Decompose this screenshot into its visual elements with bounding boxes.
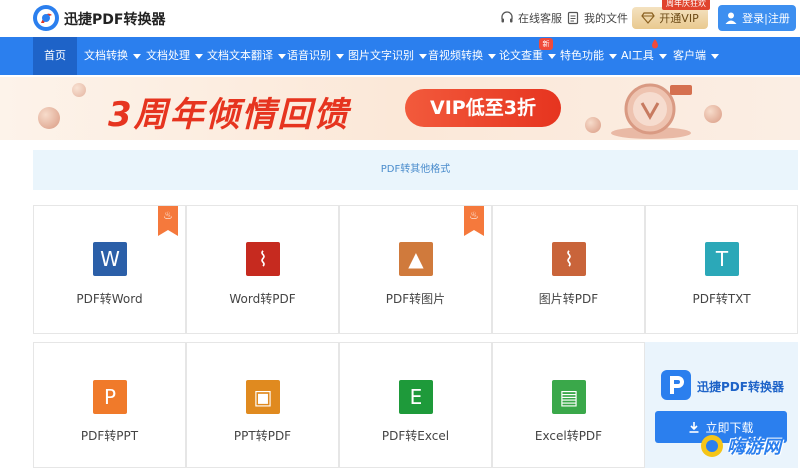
login-register-label: 登录|注册 xyxy=(742,12,790,25)
nav-item-av-convert[interactable]: 音视频转换 xyxy=(428,37,496,75)
tool-card-ppt-to-pdf[interactable]: ▣ PPT转PDF xyxy=(186,342,339,468)
watermark-logo-icon xyxy=(701,435,723,457)
promo-app-name: 迅捷PDF转换器 xyxy=(697,380,784,394)
chevron-down-icon xyxy=(488,53,496,59)
hot-flame-icon xyxy=(652,39,658,49)
banner-title: 3周年倾情回馈 xyxy=(108,95,350,135)
tool-card-pdf-to-word[interactable]: W PDF转Word ♨ xyxy=(33,205,186,334)
nav-item-speech-recognition[interactable]: 语音识别 xyxy=(287,37,344,75)
coin-decoration xyxy=(704,105,722,123)
new-badge: 新 xyxy=(539,38,553,50)
image-icon: ▲ xyxy=(399,242,433,276)
anniversary-badge: 周年庆狂欢 xyxy=(662,0,710,10)
nav-item-features[interactable]: 特色功能 xyxy=(560,37,617,75)
vip-medal-icon xyxy=(611,83,692,139)
document-icon xyxy=(567,11,579,25)
nav-item-label: 客户端 xyxy=(673,49,706,62)
excel-file-icon: ▤ xyxy=(552,380,586,414)
nav-item-label: 语音识别 xyxy=(287,49,331,62)
user-icon xyxy=(725,12,737,24)
my-files-link[interactable]: 我的文件 xyxy=(566,10,628,26)
login-register-button[interactable]: 登录|注册 xyxy=(718,5,796,31)
banner-vip-discount: VIP低至3折 xyxy=(405,89,561,127)
headset-icon xyxy=(501,11,513,23)
excel-icon: E xyxy=(399,380,433,414)
tool-label: Excel转PDF xyxy=(534,429,603,443)
online-service-label: 在线客服 xyxy=(518,12,562,25)
nav-item-label: 音视频转换 xyxy=(428,49,483,62)
nav-item-label: 文档文本翻译 xyxy=(207,49,273,62)
main-nav: 首页 文档转换 文档处理 文档文本翻译 语音识别 图片文字识别 音视频转换 论文… xyxy=(0,37,800,75)
tool-card-image-to-pdf[interactable]: ⌇ 图片转PDF xyxy=(492,205,645,334)
coin-decoration xyxy=(585,117,601,133)
hot-badge: ♨ xyxy=(158,206,178,236)
word-icon: W xyxy=(93,242,127,276)
coin-decoration xyxy=(38,107,60,129)
tool-card-excel-to-pdf[interactable]: ▤ Excel转PDF xyxy=(492,342,645,468)
nav-item-doc-process[interactable]: 文档处理 xyxy=(146,37,203,75)
tool-label: PDF转TXT xyxy=(692,292,751,306)
open-vip-label: 开通VIP xyxy=(659,12,699,25)
open-vip-button[interactable]: 开通VIP xyxy=(632,7,708,29)
section-title: PDF转其他格式 xyxy=(33,150,798,190)
acrobat-icon: ⌇ xyxy=(246,242,280,276)
nav-item-label: 图片文字识别 xyxy=(348,49,414,62)
tool-label: Word转PDF xyxy=(229,292,296,306)
nav-item-label: 文档处理 xyxy=(146,49,190,62)
diamond-icon xyxy=(641,12,656,24)
powerpoint-icon: P xyxy=(93,380,127,414)
chevron-down-icon xyxy=(336,53,344,59)
nav-item-label: 论文查重 xyxy=(499,49,543,62)
nav-item-client[interactable]: 客户端 xyxy=(673,37,719,75)
download-icon xyxy=(689,422,699,433)
tool-label: PDF转Excel xyxy=(381,429,450,443)
ppt-file-icon: ▣ xyxy=(246,380,280,414)
nav-item-label: 特色功能 xyxy=(560,49,604,62)
nav-item-ocr[interactable]: 图片文字识别 xyxy=(348,37,427,75)
flame-icon: ♨ xyxy=(469,209,479,222)
nav-item-label: AI工具 xyxy=(621,49,654,62)
tool-label: PDF转PPT xyxy=(80,429,139,443)
hot-badge: ♨ xyxy=(464,206,484,236)
app-logo-icon[interactable] xyxy=(32,4,60,32)
nav-item-doc-translate[interactable]: 文档文本翻译 xyxy=(207,37,286,75)
nav-item-label: 文档转换 xyxy=(84,49,128,62)
chevron-down-icon xyxy=(133,53,141,59)
site-watermark: 嗨游网 xyxy=(700,428,781,464)
tool-card-pdf-to-image[interactable]: ▲ PDF转图片 ♨ xyxy=(339,205,492,334)
tool-label: PPT转PDF xyxy=(233,429,292,443)
chevron-down-icon xyxy=(609,53,617,59)
top-header: 迅捷PDF转换器 在线客服 我的文件 开通VIP 周年庆狂欢 登录|注册 xyxy=(0,0,800,36)
chevron-down-icon xyxy=(548,53,556,59)
online-service-link[interactable]: 在线客服 xyxy=(500,10,562,26)
flame-icon: ♨ xyxy=(163,209,173,222)
promo-banner[interactable]: 3周年倾情回馈 VIP低至3折 xyxy=(0,77,800,140)
text-icon: T xyxy=(705,242,739,276)
tool-card-pdf-to-excel[interactable]: E PDF转Excel xyxy=(339,342,492,468)
tool-label: 图片转PDF xyxy=(538,292,599,306)
nav-item-doc-convert[interactable]: 文档转换 xyxy=(84,37,141,75)
chevron-down-icon xyxy=(278,53,286,59)
coin-decoration xyxy=(72,83,86,97)
tool-label: PDF转图片 xyxy=(385,292,446,306)
chevron-down-icon xyxy=(195,53,203,59)
watermark-text: 嗨游网 xyxy=(727,437,781,458)
tool-card-pdf-to-txt[interactable]: T PDF转TXT xyxy=(645,205,798,334)
chevron-down-icon xyxy=(711,53,719,59)
app-p-logo-icon xyxy=(661,370,691,400)
tool-label: PDF转Word xyxy=(76,292,143,306)
brand-name[interactable]: 迅捷PDF转换器 xyxy=(64,9,165,29)
nav-item-label: 首页 xyxy=(44,49,66,62)
pdf-file-icon: ⌇ xyxy=(552,242,586,276)
my-files-label: 我的文件 xyxy=(584,12,628,25)
chevron-down-icon xyxy=(419,53,427,59)
tool-card-word-to-pdf[interactable]: ⌇ Word转PDF xyxy=(186,205,339,334)
tool-card-pdf-to-ppt[interactable]: P PDF转PPT xyxy=(33,342,186,468)
nav-item-home[interactable]: 首页 xyxy=(33,37,77,75)
chevron-down-icon xyxy=(658,53,667,59)
